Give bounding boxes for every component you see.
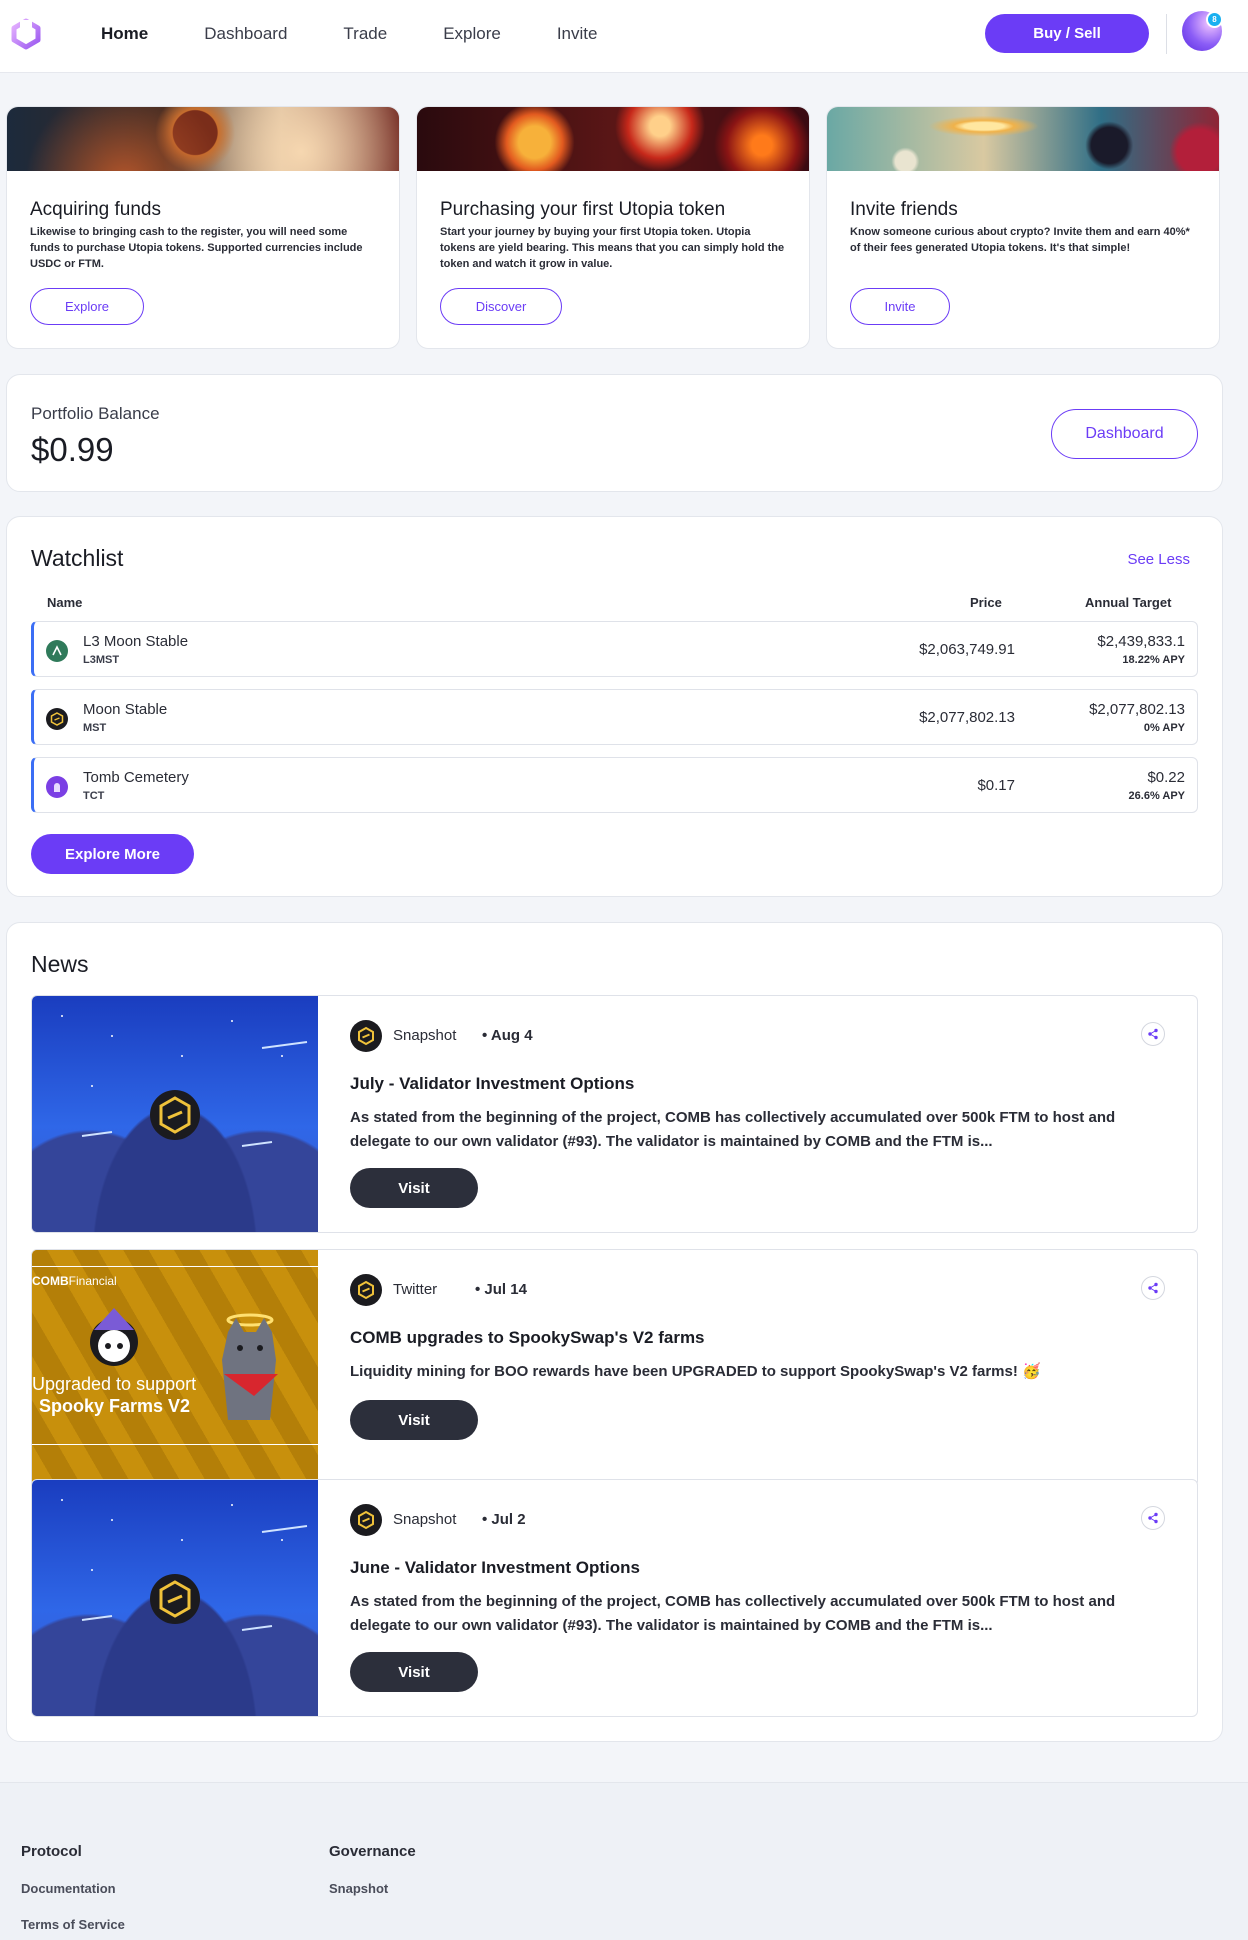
footer-link-terms[interactable]: Terms of Service [21,1917,125,1932]
notification-badge: 8 [1206,11,1223,28]
explore-more-button[interactable]: Explore More [31,834,194,874]
top-header: Home Dashboard Trade Explore Invite Buy … [0,0,1248,73]
footer-governance-title: Governance [329,1843,416,1860]
comb-logo-icon [350,1504,382,1536]
news-body: As stated from the beginning of the proj… [350,1593,1116,1634]
token-symbol: MST [83,722,107,734]
feature-title: Purchasing your first Utopia token [440,199,726,220]
watchlist-title: Watchlist [31,545,124,571]
news-image-comb-night[interactable] [32,1480,318,1716]
feature-title: Acquiring funds [30,199,161,220]
visit-button[interactable]: Visit [350,1168,478,1208]
news-source: Snapshot [393,1511,457,1528]
main-nav: Home Dashboard Trade Explore Invite [101,0,653,67]
invite-button[interactable]: Invite [850,288,950,325]
comb-logo-icon [350,1020,382,1052]
news-card: News Snapshot • Aug 4 July - Validator I… [6,922,1223,1742]
token-target: $2,077,802.13 [1089,701,1185,718]
news-title: News [31,951,89,977]
portfolio-balance: $0.99 [31,431,114,468]
explore-button[interactable]: Explore [30,288,144,325]
visit-button[interactable]: Visit [350,1652,478,1692]
news-headline: COMB upgrades to SpookySwap's V2 farms [350,1328,705,1347]
news-item: COMBFinancial Upgraded to support Spooky… [31,1249,1198,1487]
footer-link-snapshot[interactable]: Snapshot [329,1881,388,1896]
news-item: Snapshot • Aug 4 July - Validator Invest… [31,995,1198,1233]
column-header-price[interactable]: Price [970,595,1002,610]
token-apy: 0% APY [1143,722,1185,734]
column-header-target[interactable]: Annual Target [1085,595,1171,610]
token-target: $2,439,833.1 [1097,633,1185,650]
visit-button[interactable]: Visit [350,1400,478,1440]
header-divider [1166,14,1167,54]
watchlist-card: Watchlist See Less Name Price Annual Tar… [6,516,1223,897]
mst-icon [46,708,68,730]
token-apy: 26.6% APY [1128,790,1185,802]
token-target: $0.22 [1147,769,1185,786]
token-price: $2,077,802.13 [919,709,1015,726]
feature-image-cosmic [7,107,399,171]
footer: Protocol Documentation Terms of Service … [0,1782,1248,1940]
image-caption-line1: Upgraded to support [32,1374,197,1394]
feature-image-spheres [417,107,809,171]
watchlist-row[interactable]: Moon Stable MST $2,077,802.13 $2,077,802… [31,689,1198,745]
news-body: Liquidity mining for BOO rewards have be… [350,1363,1041,1380]
feature-body: Likewise to bringing cash to the registe… [30,226,363,270]
feature-body: Start your journey by buying your first … [440,226,785,270]
token-apy: 18.22% APY [1122,654,1185,666]
token-name: Moon Stable [83,701,168,718]
nav-trade[interactable]: Trade [343,24,387,44]
image-caption-line2: Spooky Farms V2 [39,1396,191,1416]
feature-card-acquiring-funds: Acquiring funds Likewise to bringing cas… [6,106,400,349]
share-icon[interactable] [1141,1022,1165,1046]
watchlist-row[interactable]: L3 Moon Stable L3MST $2,063,749.91 $2,43… [31,621,1198,677]
nav-dashboard[interactable]: Dashboard [204,24,287,44]
news-image-comb-night[interactable] [32,996,318,1232]
watchlist-row[interactable]: Tomb Cemetery TCT $0.17 $0.22 26.6% APY [31,757,1198,813]
share-icon[interactable] [1141,1506,1165,1530]
token-name: Tomb Cemetery [83,769,189,786]
utopia-logo-icon[interactable] [10,18,42,50]
token-price: $0.17 [977,777,1015,794]
portfolio-card: Portfolio Balance $0.99 Dashboard [6,374,1223,492]
footer-link-documentation[interactable]: Documentation [21,1881,116,1896]
see-less-link[interactable]: See Less [1127,551,1190,568]
token-name: L3 Moon Stable [83,633,189,650]
news-item: Snapshot • Jul 2 June - Validator Invest… [31,1479,1198,1717]
column-header-name[interactable]: Name [47,595,82,610]
discover-button[interactable]: Discover [440,288,562,325]
news-date: • Jul 2 [482,1511,526,1528]
feature-body: Know someone curious about crypto? Invit… [850,226,1190,254]
news-source: Snapshot [393,1027,457,1044]
news-date: • Jul 14 [475,1281,527,1298]
news-date: • Aug 4 [482,1027,533,1044]
buy-sell-button[interactable]: Buy / Sell [985,14,1149,53]
feature-title: Invite friends [850,199,958,220]
portfolio-label: Portfolio Balance [31,404,160,423]
tomb-icon [46,776,68,798]
footer-protocol-title: Protocol [21,1843,82,1860]
news-image-spooky-farms[interactable]: COMBFinancial Upgraded to support Spooky… [32,1250,318,1486]
avatar[interactable]: 8 [1182,11,1223,51]
nav-explore[interactable]: Explore [443,24,501,44]
news-headline: June - Validator Investment Options [350,1558,640,1577]
dashboard-button[interactable]: Dashboard [1051,409,1198,459]
share-icon[interactable] [1141,1276,1165,1300]
nav-invite[interactable]: Invite [557,24,598,44]
token-price: $2,063,749.91 [919,641,1015,658]
nav-home[interactable]: Home [101,24,148,44]
news-headline: July - Validator Investment Options [350,1074,635,1093]
news-source: Twitter [393,1281,438,1298]
feature-image-planets [827,107,1219,171]
comb-logo-icon [350,1274,382,1306]
token-symbol: L3MST [83,654,120,666]
token-symbol: TCT [83,790,105,802]
news-body: As stated from the beginning of the proj… [350,1109,1116,1150]
feature-card-first-token: Purchasing your first Utopia token Start… [416,106,810,349]
l3-icon [46,640,68,662]
feature-card-invite: Invite friends Know someone curious abou… [826,106,1220,349]
